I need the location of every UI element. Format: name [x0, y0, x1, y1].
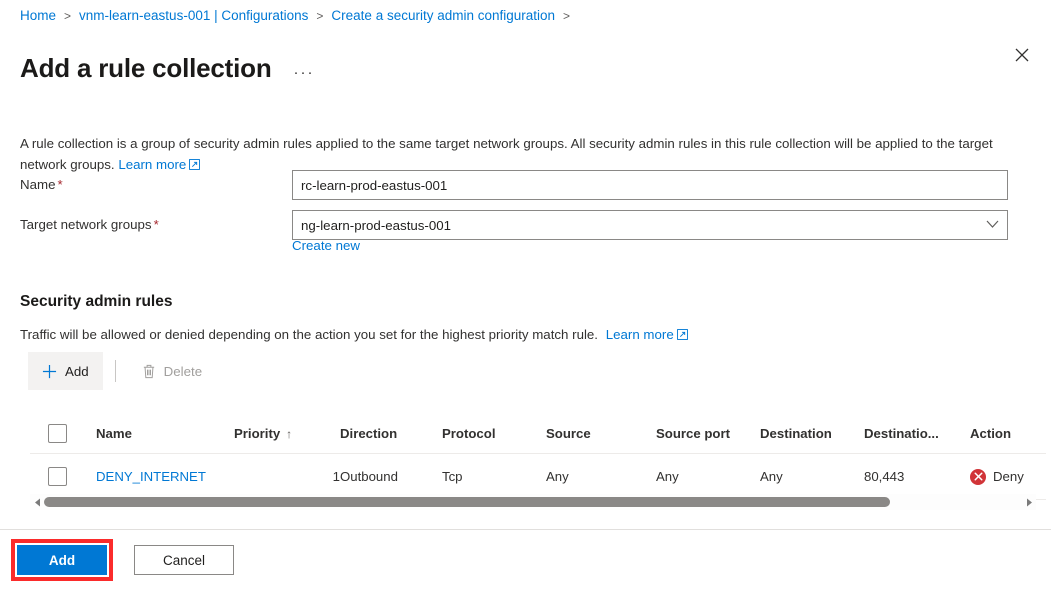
select-all-checkbox[interactable] — [48, 424, 67, 443]
cell-destination-port: 80,443 — [864, 453, 970, 500]
name-label-text: Name — [20, 177, 56, 192]
target-network-groups-select[interactable]: ng-learn-prod-eastus-001 — [292, 210, 1008, 240]
cell-destination: Any — [760, 453, 864, 500]
column-header-priority[interactable]: Priority ↑ — [234, 412, 340, 454]
cancel-button[interactable]: Cancel — [134, 545, 234, 575]
add-button-highlight: Add — [11, 539, 113, 581]
breadcrumb-separator: > — [64, 9, 72, 23]
toolbar-separator — [114, 360, 116, 382]
table-horizontal-scrollbar[interactable] — [30, 494, 1036, 510]
target-network-groups-select-wrap: ng-learn-prod-eastus-001 — [292, 210, 1008, 240]
rules-table-body: DENY_INTERNET 1 Outbound Tcp Any Any Any… — [30, 453, 1046, 500]
column-header-priority-label: Priority — [234, 426, 281, 441]
cell-priority: 1 — [234, 453, 340, 500]
page-title: Add a rule collection — [20, 53, 272, 84]
x-mark-icon — [973, 472, 983, 481]
name-field-label: Name * — [20, 170, 292, 200]
column-header-name[interactable]: Name — [96, 412, 234, 454]
target-network-groups-required-marker: * — [153, 217, 159, 232]
cell-source-port: Any — [656, 453, 760, 500]
row-select-cell — [30, 453, 96, 500]
table-row[interactable]: DENY_INTERNET 1 Outbound Tcp Any Any Any… — [30, 453, 1046, 500]
action-badge: Deny — [970, 468, 1046, 485]
target-network-groups-label-text: Target network groups — [20, 217, 152, 232]
breadcrumb-item-configurations[interactable]: vnm-learn-eastus-001 | Configurations — [79, 6, 308, 26]
target-network-groups-row: Target network groups * ng-learn-prod-eas… — [20, 210, 1008, 240]
learn-more-link-rules[interactable]: Learn more — [606, 327, 688, 342]
column-header-action[interactable]: Action — [970, 412, 1046, 454]
title-row: Add a rule collection ··· — [20, 34, 315, 103]
security-admin-rules-title: Security admin rules — [20, 292, 173, 310]
action-label: Deny — [993, 469, 1024, 484]
rules-toolbar: Add Delete — [28, 352, 216, 390]
delete-rule-button[interactable]: Delete — [128, 352, 216, 390]
external-link-icon — [676, 329, 688, 341]
target-network-groups-selected-value: ng-learn-prod-eastus-001 — [301, 217, 452, 233]
cell-direction: Outbound — [340, 453, 442, 500]
scroll-left-arrow-icon[interactable] — [30, 494, 44, 510]
column-header-source-port[interactable]: Source port — [656, 412, 760, 454]
table-header-row: Name Priority ↑ Direction Protocol Source… — [30, 412, 1046, 454]
deny-error-icon — [970, 468, 986, 485]
select-all-header — [30, 412, 96, 454]
cell-name: DENY_INTERNET — [96, 453, 234, 500]
security-admin-rules-description-text: Traffic will be allowed or denied depend… — [20, 327, 599, 343]
plus-icon — [42, 364, 57, 378]
external-link-icon — [189, 159, 201, 171]
column-header-destination[interactable]: Destination — [760, 412, 864, 454]
close-icon — [1015, 48, 1029, 62]
cell-protocol: Tcp — [442, 453, 546, 500]
column-header-protocol[interactable]: Protocol — [442, 412, 546, 454]
breadcrumb-separator: > — [563, 9, 571, 23]
column-header-destination-port[interactable]: Destinatio... — [864, 412, 970, 454]
footer-actions: Add Cancel — [0, 530, 1051, 590]
rules-table-wrap: Name Priority ↑ Direction Protocol Source… — [30, 412, 1046, 500]
add-rule-button[interactable]: Add — [28, 352, 103, 390]
rules-table-header: Name Priority ↑ Direction Protocol Source… — [30, 412, 1046, 454]
submit-add-button[interactable]: Add — [17, 545, 107, 575]
rules-table: Name Priority ↑ Direction Protocol Source… — [30, 412, 1046, 500]
name-input[interactable] — [292, 170, 1008, 200]
breadcrumb-item-home[interactable]: Home — [20, 6, 56, 26]
blade-description: A rule collection is a group of security… — [20, 133, 1032, 175]
more-options-icon[interactable]: ··· — [294, 64, 315, 81]
scroll-right-arrow-icon[interactable] — [1022, 494, 1036, 510]
scrollbar-thumb[interactable] — [44, 497, 890, 507]
breadcrumb: Home > vnm-learn-eastus-001 | Configurat… — [20, 6, 578, 26]
add-rule-collection-blade: Home > vnm-learn-eastus-001 | Configurat… — [0, 0, 1051, 590]
trash-icon — [143, 364, 154, 378]
security-admin-rules-description: Traffic will be allowed or denied depend… — [20, 325, 688, 345]
delete-rule-button-label: Delete — [163, 363, 203, 379]
rule-name-link[interactable]: DENY_INTERNET — [96, 469, 206, 484]
scrollbar-track[interactable] — [44, 494, 1022, 510]
add-rule-button-label: Add — [65, 363, 89, 379]
breadcrumb-separator: > — [316, 9, 324, 23]
create-new-network-group-link[interactable]: Create new — [292, 238, 360, 253]
cell-source: Any — [546, 453, 656, 500]
column-header-source[interactable]: Source — [546, 412, 656, 454]
target-network-groups-label: Target network groups * — [20, 210, 292, 240]
row-checkbox[interactable] — [48, 467, 67, 486]
cell-action: Deny — [970, 453, 1046, 500]
name-field-row: Name * — [20, 170, 1008, 200]
sort-ascending-icon: ↑ — [286, 427, 293, 441]
learn-more-label-rules: Learn more — [605, 327, 674, 343]
name-required-marker: * — [57, 177, 63, 192]
column-header-direction[interactable]: Direction — [340, 412, 442, 454]
close-button[interactable] — [1007, 40, 1037, 70]
breadcrumb-item-create-security-admin-configuration[interactable]: Create a security admin configuration — [331, 6, 555, 26]
